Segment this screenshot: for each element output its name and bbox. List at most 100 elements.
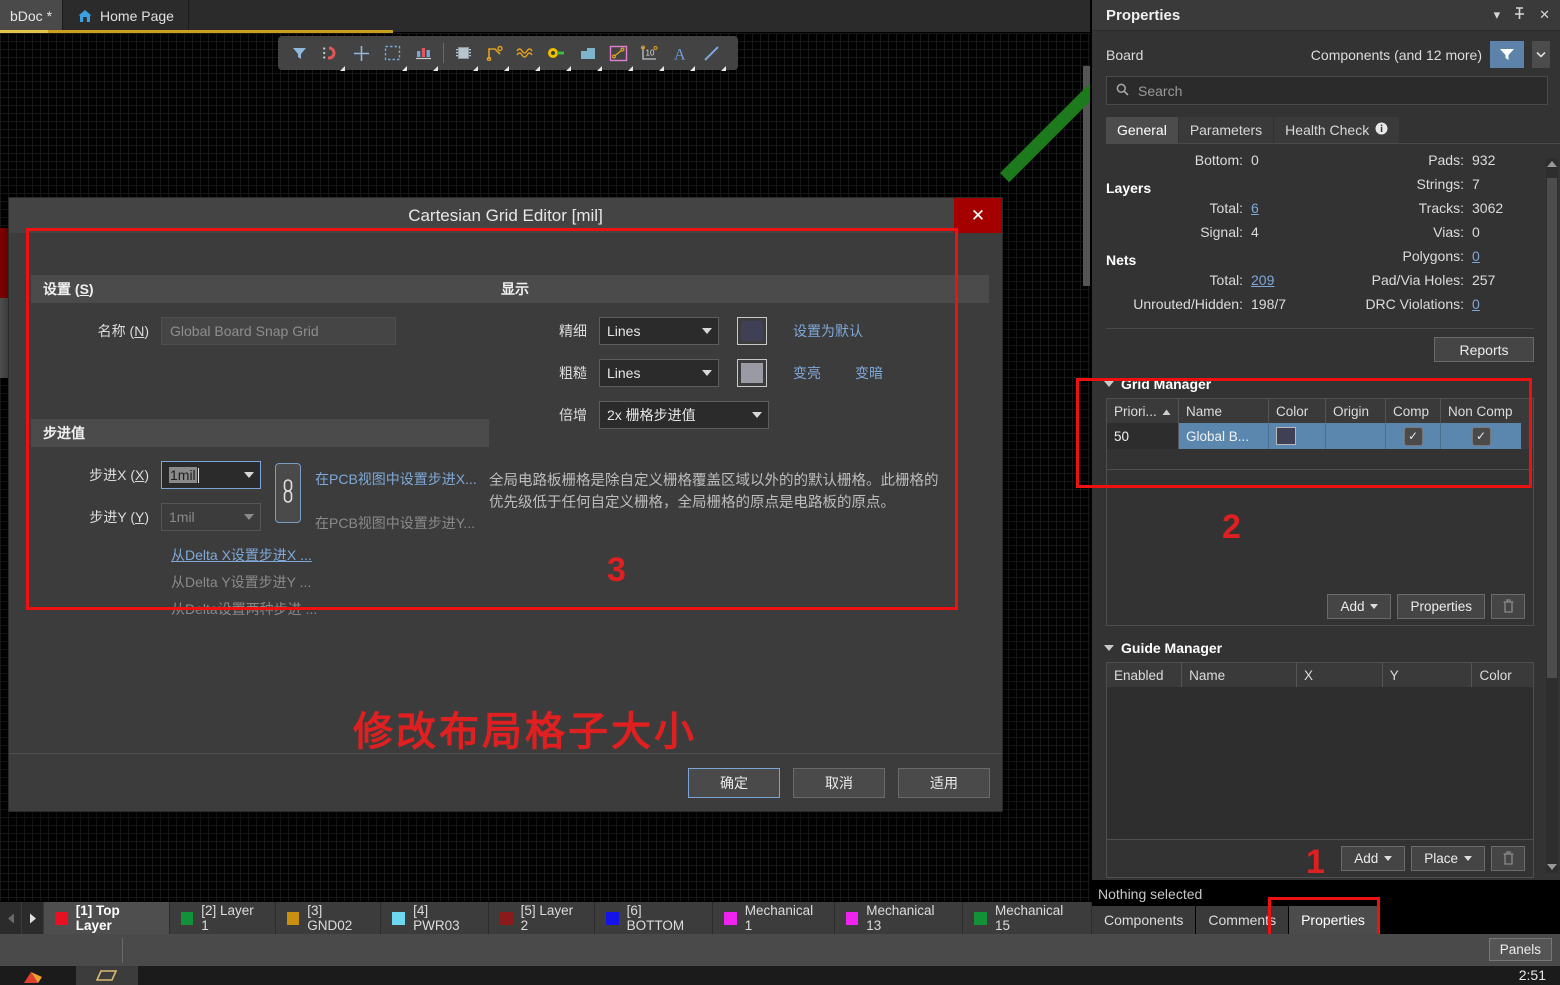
panel-menu-icon[interactable]: ▾ <box>1494 7 1501 23</box>
dropdown-corner-icon <box>402 66 407 71</box>
ok-button[interactable]: 确定 <box>688 768 780 798</box>
close-icon[interactable]: ✕ <box>954 198 1002 233</box>
dropdown-corner-icon <box>690 66 695 71</box>
layer-tab-label: Mechanical 13 <box>866 903 951 933</box>
guide-add-label: Add <box>1354 851 1378 866</box>
guide-manager-header[interactable]: Guide Manager <box>1104 640 1560 656</box>
via-icon[interactable] <box>541 39 572 67</box>
document-tab-home-page[interactable]: Home Page <box>63 0 189 32</box>
stat-value[interactable]: 209 <box>1251 272 1313 288</box>
stat-value[interactable]: 0 <box>1472 296 1534 312</box>
scroll-up-icon[interactable] <box>1547 161 1557 167</box>
panels-button[interactable]: Panels <box>1489 938 1552 961</box>
layer-tab-bottom[interactable]: [6] BOTTOM <box>595 902 713 934</box>
column-x[interactable]: X <box>1297 663 1383 687</box>
layer-tab-top-layer[interactable]: [1] Top Layer <box>44 902 170 934</box>
svg-text:10: 10 <box>646 48 655 57</box>
layer-tab-pwr03[interactable]: [4] PWR03 <box>381 902 488 934</box>
document-tab-pcbdoc[interactable]: bDoc * <box>0 0 63 32</box>
taskbar-clock: 2:51 <box>1519 967 1546 983</box>
filter-icon[interactable] <box>1490 41 1524 68</box>
layer-color-chip <box>181 912 194 925</box>
stat-value[interactable]: 0 <box>1472 248 1534 264</box>
toolbar-separator <box>443 43 444 63</box>
differential-pair-icon[interactable] <box>510 39 541 67</box>
stat-value: 4 <box>1251 224 1313 240</box>
stat-value: 7 <box>1472 176 1534 192</box>
guide-table-empty-area <box>1107 687 1533 839</box>
column-y[interactable]: Y <box>1383 663 1473 687</box>
selection-rect-icon[interactable] <box>377 39 408 67</box>
magnet-snap-icon[interactable] <box>315 39 346 67</box>
polygon-pour-icon[interactable] <box>572 39 603 67</box>
tab-health-check[interactable]: Health Check <box>1274 117 1399 143</box>
stat-key: Vias: <box>1433 224 1464 240</box>
stat-pads: Pads: 932 <box>1327 152 1534 176</box>
layer-tab-label: [4] PWR03 <box>413 903 477 933</box>
taskbar-item-folder[interactable] <box>76 966 138 985</box>
annotation-caption: 修改布局格子大小 <box>353 699 697 757</box>
properties-scrollbar[interactable] <box>1546 158 1558 873</box>
annotation-number-2: 2 <box>1222 508 1241 547</box>
layer-tab-gnd02[interactable]: [3] GND02 <box>276 902 382 934</box>
layer-tab-mechanical-13[interactable]: Mechanical 13 <box>835 902 964 934</box>
trash-icon[interactable] <box>1491 594 1525 619</box>
scroll-down-icon[interactable] <box>1547 864 1557 870</box>
stat-vias: Vias: 0 <box>1327 224 1534 248</box>
dimension-icon[interactable] <box>603 39 634 67</box>
dropdown-corner-icon <box>659 66 664 71</box>
stat-key: Bottom: <box>1195 152 1243 168</box>
taskbar-item-app[interactable] <box>18 966 70 985</box>
tab-general[interactable]: General <box>1106 117 1178 143</box>
trash-icon[interactable] <box>1491 846 1525 871</box>
layer-tab-mechanical-1[interactable]: Mechanical 1 <box>713 902 834 934</box>
stat-key: DRC Violations: <box>1365 296 1464 312</box>
layer-color-chip <box>724 912 737 925</box>
chevron-down-icon[interactable] <box>1532 41 1550 68</box>
stat-key: Total: <box>1210 200 1243 216</box>
stat-value: 0 <box>1251 152 1313 168</box>
scrollbar-thumb[interactable] <box>1547 178 1557 678</box>
layer-tab-layer-2[interactable]: [5] Layer 2 <box>489 902 595 934</box>
column-name[interactable]: Name <box>1182 663 1297 687</box>
properties-panel-title: Properties <box>1106 7 1180 24</box>
filter-icon[interactable] <box>284 39 315 67</box>
apply-button[interactable]: 适用 <box>898 768 990 798</box>
close-icon[interactable]: ✕ <box>1539 7 1550 23</box>
coordinate-icon[interactable]: 10 <box>634 39 665 67</box>
chevron-down-icon <box>1370 604 1378 609</box>
svg-text:A: A <box>674 46 686 62</box>
bar-chart-icon[interactable] <box>408 39 439 67</box>
info-icon <box>1375 122 1388 138</box>
panel-tab-components[interactable]: Components <box>1092 906 1195 934</box>
cancel-button[interactable]: 取消 <box>793 768 885 798</box>
grid-add-button[interactable]: Add <box>1327 594 1391 619</box>
guide-add-button[interactable]: Add <box>1341 846 1405 871</box>
column-enabled[interactable]: Enabled <box>1107 663 1182 687</box>
guide-place-button[interactable]: Place <box>1411 846 1485 871</box>
reports-button[interactable]: Reports <box>1434 337 1534 362</box>
chevron-right-icon[interactable] <box>22 902 44 934</box>
crosshair-icon[interactable] <box>346 39 377 67</box>
stat-value: 932 <box>1472 152 1534 168</box>
object-type-label: Board <box>1106 47 1143 63</box>
chevron-left-icon[interactable] <box>0 902 22 934</box>
column-color[interactable]: Color <box>1472 663 1533 687</box>
board-statistics: Bottom: 0 Layers Total: 6 Signal: 4 Nets… <box>1106 152 1534 320</box>
tab-parameters[interactable]: Parameters <box>1179 117 1273 143</box>
search-input[interactable]: Search <box>1106 76 1548 105</box>
layer-tab-mechanical-15[interactable]: Mechanical 15 <box>963 902 1092 934</box>
stat-value[interactable]: 6 <box>1251 200 1313 216</box>
dialog-footer: 确定 取消 适用 <box>9 753 1002 811</box>
active-bar-toolbar[interactable]: 10 A <box>278 36 738 70</box>
annotation-box-grid-manager <box>1076 378 1532 488</box>
line-icon[interactable] <box>696 39 727 67</box>
layer-tab-layer-1[interactable]: [2] Layer 1 <box>170 902 276 934</box>
grid-properties-button[interactable]: Properties <box>1397 594 1485 619</box>
route-track-icon[interactable] <box>479 39 510 67</box>
search-icon <box>1116 83 1129 99</box>
component-chip-icon[interactable] <box>448 39 479 67</box>
pin-icon[interactable] <box>1514 7 1525 23</box>
chevron-down-icon <box>1104 645 1114 651</box>
text-string-icon[interactable]: A <box>665 39 696 67</box>
